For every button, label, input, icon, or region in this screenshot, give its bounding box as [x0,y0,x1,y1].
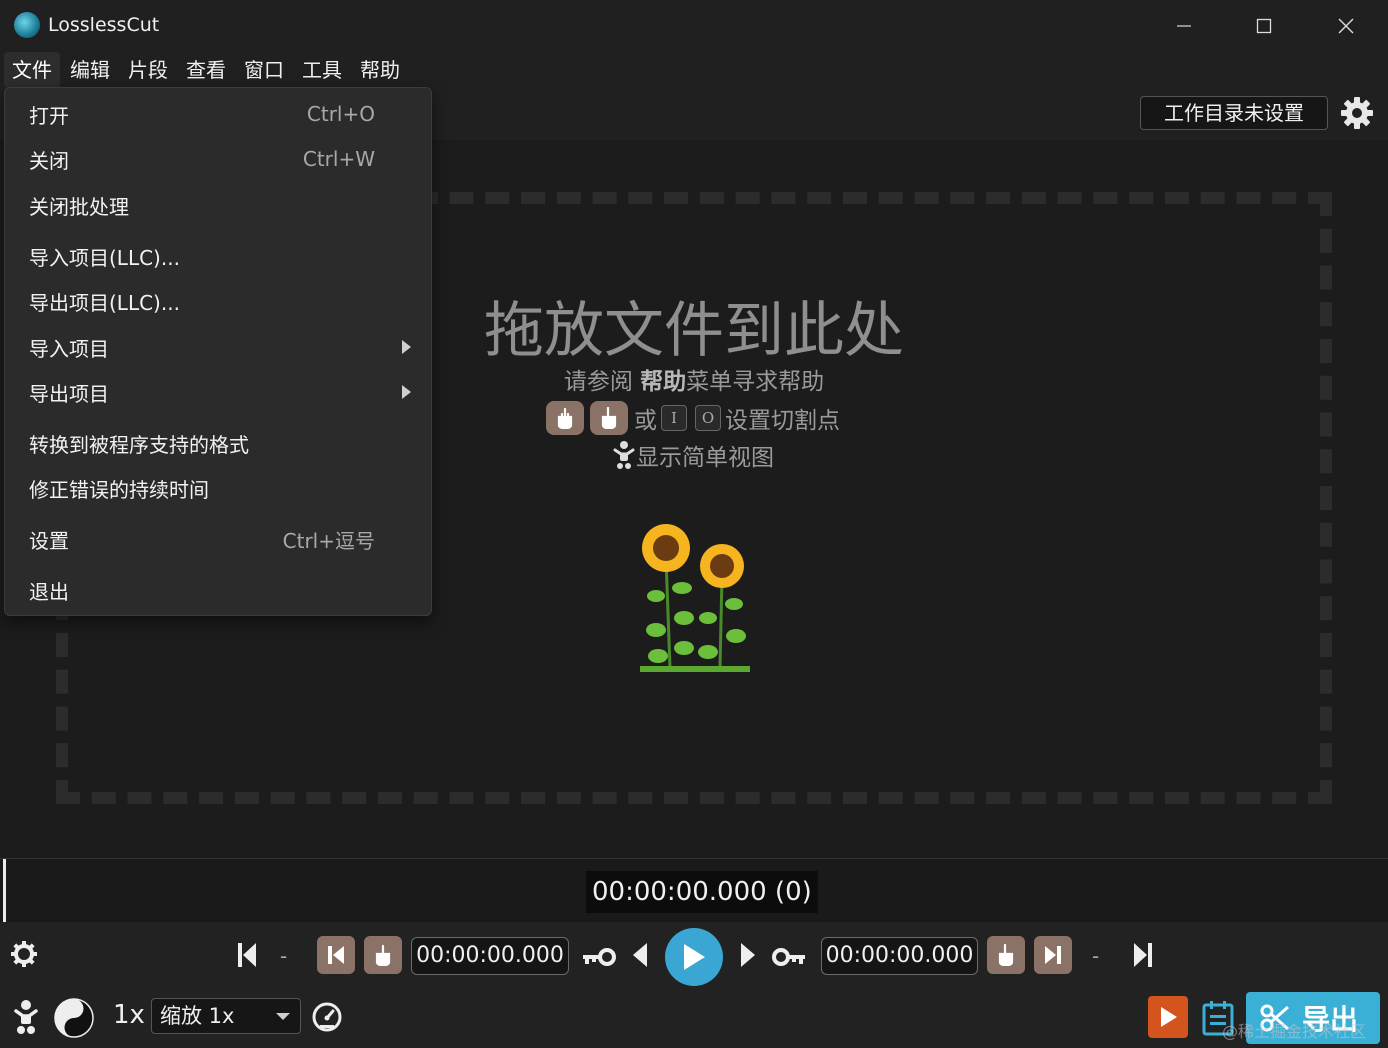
file-menu-convert[interactable]: 转换到被程序支持的格式 [5,423,431,463]
title-bar: LosslessCut [0,0,1388,52]
jump-cut-start-button[interactable] [317,936,355,974]
window-title: LosslessCut [48,14,160,36]
jump-cut-end-icon [1045,946,1061,964]
file-menu-label: 关闭 [29,148,69,173]
shortcut-label: Ctrl+逗号 [282,528,375,553]
cut-end-time-input[interactable]: 00:00:00.000 [821,937,978,975]
file-menu-import-llc[interactable]: 导入项目(LLC)... [5,236,431,276]
simple-mode-baby-icon[interactable] [10,996,42,1038]
jump-start-icon[interactable] [234,938,260,972]
close-button[interactable] [1306,0,1386,52]
help-hint-bold: 帮助 [640,369,687,395]
minimize-button[interactable] [1144,0,1224,52]
watermark: @稀土掘金技术社区 [1222,1022,1367,1041]
file-menu-fix-duration[interactable]: 修正错误的持续时间 [5,468,431,508]
segment-settings-gear-icon[interactable] [8,938,40,970]
submenu-arrow-icon [402,385,411,399]
keyframe-forward-icon[interactable] [770,942,808,972]
menu-bar: 文件 编辑 片段 查看 窗口 工具 帮助 [0,52,1388,88]
hand-start-icon [375,944,391,966]
simple-view-hint[interactable]: 显示简单视图 [612,438,774,472]
keyframe-back-icon[interactable] [580,942,618,972]
simple-view-text: 显示简单视图 [636,445,774,471]
menu-help[interactable]: 帮助 [352,52,408,88]
file-menu-label: 打开 [29,103,69,128]
cutpoint-text: 设置切割点 [725,408,840,434]
frame-back-icon[interactable] [628,938,652,972]
file-menu-close[interactable]: 关闭 Ctrl+W [5,139,431,179]
baby-icon [613,441,635,469]
file-menu-label: 修正错误的持续时间 [29,477,209,502]
file-menu-label: 导入项目(LLC)... [29,245,180,270]
play-icon [684,944,705,970]
jump-end-icon[interactable] [1130,938,1156,972]
shortcut-label: Ctrl+O [306,102,375,126]
file-menu-close-batch[interactable]: 关闭批处理 [5,185,431,225]
file-menu-exit[interactable]: 退出 [5,570,431,610]
file-menu-label: 关闭批处理 [29,194,129,219]
file-menu-import-project[interactable]: 导入项目 [5,327,431,367]
file-menu-settings[interactable]: 设置 Ctrl+逗号 [5,519,431,559]
playback-speed: 1x [113,1000,145,1030]
capture-frame-button[interactable] [1148,996,1188,1038]
key-o: O [695,405,721,431]
file-menu-dropdown: 打开 Ctrl+O 关闭 Ctrl+W 关闭批处理 导入项目(LLC)... 导… [4,87,432,616]
file-menu-label: 导出项目 [29,381,109,406]
file-menu-label: 退出 [29,579,69,604]
set-end-hand-icon[interactable] [590,401,628,435]
key-i: I [661,405,687,431]
file-menu-export-llc[interactable]: 导出项目(LLC)... [5,281,431,321]
file-menu-export-project[interactable]: 导出项目 [5,372,431,412]
file-menu-label: 导入项目 [29,336,109,361]
sunflower-icon [640,524,750,672]
close-icon [1338,18,1354,34]
menu-edit[interactable]: 编辑 [62,52,118,88]
set-cut-end-button[interactable] [987,936,1025,974]
playhead[interactable] [3,859,6,923]
file-menu-label: 设置 [29,528,69,553]
speedometer-icon[interactable] [310,1000,344,1034]
settings-gear-icon[interactable] [1340,96,1374,130]
cut-start-time-input[interactable]: 00:00:00.000 [411,937,569,975]
working-directory-button[interactable]: 工作目录未设置 [1140,96,1328,130]
separator: - [280,944,288,968]
file-menu-label: 转换到被程序支持的格式 [29,432,249,457]
menu-file[interactable]: 文件 [4,52,60,88]
dark-mode-yin-yang-icon[interactable] [52,996,96,1040]
shortcut-label: Ctrl+W [302,147,375,171]
zoom-select-value: 缩放 1x [160,1004,235,1028]
app-icon [14,12,40,38]
hand-end-icon [998,944,1014,966]
maximize-icon [1256,18,1272,34]
menu-segments[interactable]: 片段 [120,52,176,88]
maximize-button[interactable] [1224,0,1304,52]
play-button[interactable] [665,928,723,986]
or-text: 或 [634,408,657,434]
set-start-hand-icon[interactable] [546,401,584,435]
submenu-arrow-icon [402,340,411,354]
file-menu-label: 导出项目(LLC)... [29,290,180,315]
minimize-icon [1177,25,1191,27]
frame-forward-icon[interactable] [736,938,760,972]
timeline[interactable]: 00:00:00.000 (0) [0,858,1388,923]
jump-cut-end-button[interactable] [1034,936,1072,974]
cutpoint-hint: 或 I O 设置切割点 [546,400,840,436]
menu-tools[interactable]: 工具 [294,52,350,88]
current-timecode: 00:00:00.000 (0) [586,871,818,913]
menu-view[interactable]: 查看 [178,52,234,88]
help-hint-prefix: 请参阅 [563,369,641,395]
file-menu-open[interactable]: 打开 Ctrl+O [5,94,431,134]
play-square-icon [1161,1007,1177,1027]
zoom-select[interactable]: 缩放 1x [151,998,301,1034]
separator: - [1092,944,1100,968]
help-hint-suffix: 菜单寻求帮助 [686,369,825,395]
controls-bar: - 00:00:00.000 00:00:00.000 - 1x 缩放 1x 导… [0,922,1388,1048]
chevron-down-icon [276,1013,290,1020]
set-cut-start-button[interactable] [364,936,402,974]
menu-window[interactable]: 窗口 [236,52,292,88]
jump-cut-start-icon [328,946,344,964]
